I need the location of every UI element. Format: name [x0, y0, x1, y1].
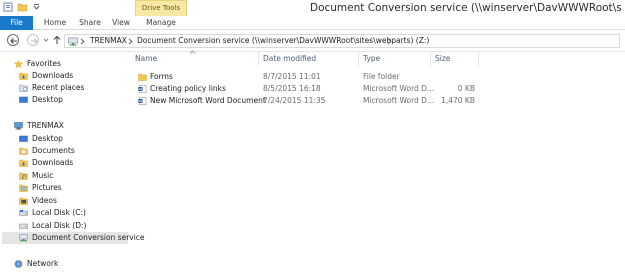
tab-home[interactable]: Home	[40, 16, 70, 30]
column-header-type[interactable]: Type	[359, 52, 431, 66]
column-header-size[interactable]: Size	[431, 52, 479, 66]
nav-network-label: Network	[27, 259, 59, 268]
nav-computer-label: TRENMAX	[27, 121, 64, 130]
column-header-name-label: Name	[135, 54, 158, 63]
tab-view[interactable]: View	[110, 16, 132, 30]
downloads-folder-icon	[19, 72, 28, 80]
nav-downloads-label: Downloads	[32, 158, 74, 167]
downloads-folder-icon	[19, 159, 28, 167]
title-bar: Drive Tools Document Conversion service …	[0, 0, 625, 16]
nav-videos-label: Videos	[32, 196, 57, 205]
computer-icon	[14, 122, 23, 130]
file-type: Microsoft Word D...	[363, 96, 435, 105]
word-document-icon	[138, 85, 147, 93]
forward-arrow-icon	[31, 38, 38, 44]
file-type: File folder	[363, 72, 400, 81]
nav-desktop-label: Desktop	[32, 134, 63, 143]
recent-locations-chevron-icon[interactable]	[43, 37, 49, 43]
file-name: Creating policy links	[150, 84, 226, 93]
properties-icon[interactable]	[3, 2, 14, 12]
nav-documents-label: Documents	[32, 146, 75, 155]
ribbon-tabs: File Home Share View Manage	[0, 16, 625, 30]
nav-favorites-downloads-label: Downloads	[32, 71, 74, 80]
nav-favorites-label: Favorites	[27, 59, 61, 68]
file-list: Name Date modified Type Size Forms 8/7/2…	[128, 50, 625, 277]
desktop-icon	[19, 135, 28, 142]
word-document-icon	[138, 97, 147, 105]
file-type: Microsoft Word D...	[363, 84, 435, 93]
breadcrumb-current-drive[interactable]: Document Conversion service (\\winserver…	[137, 35, 429, 47]
file-row[interactable]: Creating policy links 8/5/2015 16:18 Mic…	[131, 83, 479, 95]
star-icon	[14, 60, 23, 68]
pictures-folder-icon	[19, 184, 28, 192]
nav-favorites-desktop-label: Desktop	[32, 95, 63, 104]
drive-tools-context-label: Drive Tools	[135, 0, 187, 16]
nav-favorites-recent-places-label: Recent places	[32, 83, 85, 92]
file-row[interactable]: New Microsoft Word Document 7/24/2015 11…	[131, 95, 479, 107]
nav-local-disk-d-label: Local Disk (D:)	[32, 221, 87, 230]
file-date-modified: 8/5/2015 16:18	[263, 84, 321, 93]
nav-pictures-label: Pictures	[32, 183, 62, 192]
desktop-icon	[19, 96, 28, 103]
tab-share[interactable]: Share	[76, 16, 104, 30]
address-bar[interactable]: TRENMAX Document Conversion service (\\w…	[64, 34, 620, 48]
music-folder-icon	[19, 172, 28, 180]
back-button[interactable]	[7, 34, 19, 46]
file-name: Forms	[150, 72, 173, 81]
breadcrumb-separator-icon[interactable]	[387, 38, 392, 45]
file-size: 0 KB	[457, 84, 475, 93]
new-folder-icon[interactable]	[17, 2, 28, 12]
network-icon	[14, 260, 23, 268]
file-row[interactable]: Forms 8/7/2015 11:01 File folder	[131, 71, 479, 83]
nav-music-label: Music	[32, 171, 54, 180]
network-drive-icon	[68, 37, 78, 46]
sort-arrow-icon	[189, 50, 196, 54]
file-name: New Microsoft Word Document	[150, 96, 266, 105]
up-arrow-icon[interactable]	[52, 34, 62, 46]
file-date-modified: 8/7/2015 11:01	[263, 72, 321, 81]
local-disk-icon	[19, 210, 28, 216]
breadcrumb-separator-icon[interactable]	[80, 38, 85, 45]
column-header-date-modified[interactable]: Date modified	[259, 52, 359, 66]
recent-places-icon	[19, 84, 28, 92]
navigation-bar: TRENMAX Document Conversion service (\\w…	[0, 30, 625, 52]
window-title: Document Conversion service (\\winserver…	[310, 2, 622, 14]
breadcrumb-separator-icon[interactable]	[128, 38, 133, 45]
quick-access-toolbar	[3, 2, 42, 12]
videos-folder-icon	[19, 197, 28, 205]
tab-file[interactable]: File	[0, 16, 33, 30]
file-size: 1,470 KB	[441, 96, 475, 105]
network-drive-icon	[19, 234, 28, 242]
file-date-modified: 7/24/2015 11:35	[263, 96, 326, 105]
navigation-pane: Favorites Downloads Recent places Deskto…	[0, 52, 145, 277]
folder-icon	[138, 73, 147, 81]
documents-folder-icon	[19, 147, 28, 155]
local-disk-icon	[19, 223, 28, 229]
forward-button[interactable]	[27, 34, 39, 46]
customize-toolbar-chevron-icon[interactable]	[31, 2, 42, 12]
tab-manage[interactable]: Manage	[135, 16, 187, 30]
column-header-name[interactable]: Name	[131, 50, 259, 66]
back-arrow-icon	[10, 38, 17, 44]
nav-document-conversion-service[interactable]: Document Conversion service	[2, 232, 145, 244]
breadcrumb-computer[interactable]: TRENMAX	[90, 35, 127, 47]
nav-local-disk-c-label: Local Disk (C:)	[32, 208, 86, 217]
